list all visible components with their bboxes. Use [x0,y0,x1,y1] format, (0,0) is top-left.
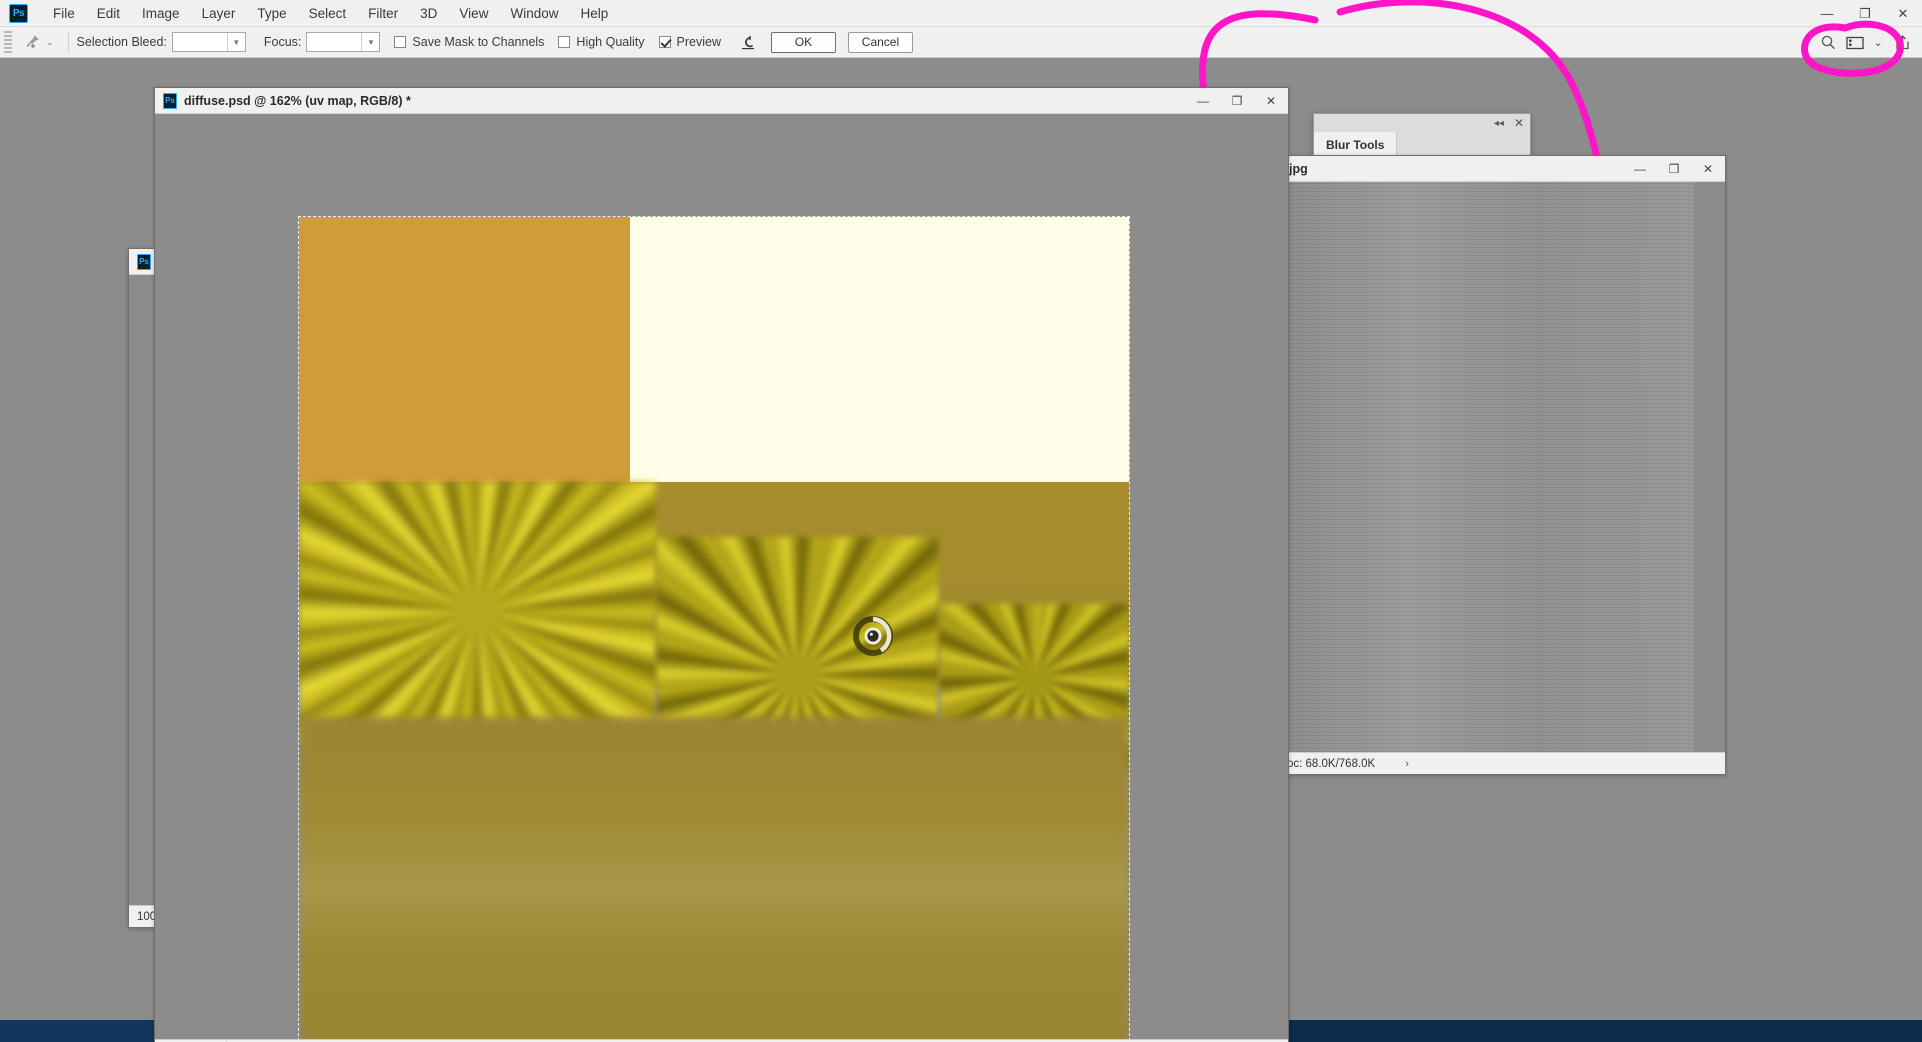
main-minimize-button[interactable]: — [1186,88,1220,113]
field-blur-pin[interactable] [850,613,896,659]
selection-bleed-combo[interactable]: ▼ [171,32,246,52]
photoshop-logo-icon: Ps [9,3,28,23]
options-bar-right-cluster: ⌄ [1814,27,1922,58]
preview-label: Preview [676,35,721,49]
workspace-caret-icon[interactable]: ⌄ [1868,30,1888,56]
preview-checkbox[interactable]: Preview [658,35,721,49]
checkbox-box[interactable] [658,36,671,48]
background-close-button[interactable]: ✕ [1691,156,1725,181]
close-button[interactable]: ✕ [1884,0,1922,27]
main-window-canvas[interactable] [155,114,1288,1039]
main-maximize-button[interactable]: ❐ [1220,88,1254,113]
selection-bleed-label: Selection Bleed: [76,35,167,49]
uv-map-artwork[interactable] [298,216,1130,1039]
menu-window[interactable]: Window [499,2,569,25]
background-window-status-arrow[interactable]: › [1405,758,1409,770]
menu-edit[interactable]: Edit [86,2,131,25]
amber-flat-block [299,217,630,482]
close-panel-icon[interactable]: ✕ [1514,116,1524,130]
restore-button[interactable]: ❐ [1846,0,1884,27]
menu-bar: Ps File Edit Image Layer Type Select Fil… [0,0,1922,27]
menu-image[interactable]: Image [131,2,191,25]
minimize-button[interactable]: — [1808,0,1846,27]
options-separator-1 [67,32,69,52]
menu-type[interactable]: Type [246,2,297,25]
menu-help[interactable]: Help [569,2,619,25]
background-document-window[interactable]: jpg — ❐ ✕ oc: 68.0K/768.0K › [1280,155,1726,775]
tab-blur-tools[interactable]: Blur Tools [1314,132,1398,157]
high-quality-checkbox[interactable]: High Quality [558,35,645,49]
background-window-title: jpg [1289,161,1308,176]
radial-gold-large [299,482,656,742]
main-window-title-bar[interactable]: Ps diffuse.psd @ 162% (uv map, RGB/8) * … [155,88,1288,114]
menu-layer[interactable]: Layer [191,2,247,25]
focus-combo[interactable]: ▼ [306,32,381,52]
selection-bleed-input[interactable] [172,33,227,51]
tool-preset-picker[interactable]: ⌄ [16,32,60,52]
menu-select[interactable]: Select [298,2,358,25]
main-document-window[interactable]: Ps diffuse.psd @ 162% (uv map, RGB/8) * … [154,87,1289,1042]
save-mask-label: Save Mask to Channels [412,35,545,49]
checkbox-box[interactable] [558,36,571,48]
main-window-controls: — ❐ ✕ [1186,88,1288,113]
menu-view[interactable]: View [448,2,499,25]
workspace-switcher-icon[interactable] [1842,30,1868,56]
chevron-down-icon[interactable]: ▼ [361,33,380,51]
focus-input[interactable] [307,33,362,51]
collapse-panel-icon[interactable]: ◂◂ [1494,118,1504,129]
options-bar-grip[interactable] [4,31,12,53]
brushed-metal-artwork [1281,182,1694,752]
chevron-down-icon[interactable]: ▼ [226,33,245,51]
main-close-button[interactable]: ✕ [1254,88,1288,113]
background-window-body [1281,182,1725,752]
photoshop-document-icon: Ps [163,92,177,109]
background-minimize-button[interactable]: — [1623,156,1657,181]
share-icon[interactable] [1888,30,1916,56]
reset-icon[interactable] [737,32,759,52]
background-window-title-bar[interactable]: jpg — ❐ ✕ [1281,156,1725,182]
menu-3d[interactable]: 3D [409,2,448,25]
blur-panel-title-bar[interactable]: ◂◂ ✕ [1314,114,1530,132]
blurred-bottom-band [299,717,1129,1039]
focus-label: Focus: [263,35,302,49]
background-window-status-bar: oc: 68.0K/768.0K › [1281,752,1725,774]
save-mask-to-channels-checkbox[interactable]: Save Mask to Channels [394,35,544,49]
options-bar: ⌄ Selection Bleed: ▼ Focus: ▼ Save Mask … [0,27,1922,58]
window-controls: — ❐ ✕ [1808,0,1922,27]
workspace-canvas-area: Ps v 100 jpg — ❐ ✕ oc: 68.0K/768.0K › Ps [0,58,1922,1042]
checkbox-box[interactable] [394,36,407,48]
tool-preset-caret-icon: ⌄ [46,36,54,47]
background-window-doc-info: oc: 68.0K/768.0K [1287,757,1376,770]
menu-filter[interactable]: Filter [357,2,409,25]
search-icon[interactable] [1814,30,1842,56]
photoshop-document-icon: Ps [137,253,151,270]
cancel-button[interactable]: Cancel [847,31,913,53]
blur-pin-tool-icon [22,32,42,52]
ok-button[interactable]: OK [770,31,836,53]
main-window-title: diffuse.psd @ 162% (uv map, RGB/8) * [184,93,411,108]
background-maximize-button[interactable]: ❐ [1657,156,1691,181]
high-quality-label: High Quality [576,35,645,49]
menu-file[interactable]: File [42,2,86,25]
cream-flat-block [630,217,1129,482]
background-window-controls: — ❐ ✕ [1623,156,1725,181]
